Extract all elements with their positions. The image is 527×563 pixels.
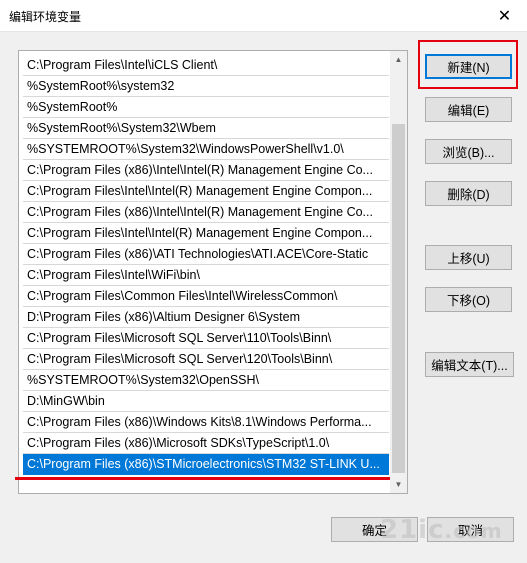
- path-list-item[interactable]: C:\Program Files\Intel\Intel(R) Manageme…: [23, 223, 389, 244]
- browse-button[interactable]: 浏览(B)...: [425, 139, 512, 164]
- path-list[interactable]: C:\Program Files\Intel\iCLS Client\ %Syst…: [18, 50, 408, 494]
- path-list-item[interactable]: %SystemRoot%\System32\Wbem: [23, 118, 389, 139]
- path-list-item[interactable]: %SYSTEMROOT%\System32\WindowsPowerShell\…: [23, 139, 389, 160]
- new-button[interactable]: 新建(N): [425, 54, 512, 79]
- path-list-item[interactable]: %SystemRoot%: [23, 97, 389, 118]
- move-down-button[interactable]: 下移(O): [425, 287, 512, 312]
- path-list-item[interactable]: C:\Program Files (x86)\ATI Technologies\…: [23, 244, 389, 265]
- path-list-item[interactable]: C:\Program Files (x86)\Intel\Intel(R) Ma…: [23, 202, 389, 223]
- path-list-item[interactable]: C:\Program Files\Microsoft SQL Server\11…: [23, 328, 389, 349]
- path-list-item[interactable]: C:\Program Files (x86)\Microsoft SDKs\Ty…: [23, 433, 389, 454]
- title-bar: 编辑环境变量 ✕: [0, 0, 527, 31]
- scroll-thumb[interactable]: [392, 124, 405, 473]
- close-icon[interactable]: ✕: [482, 0, 527, 31]
- path-list-item[interactable]: %SystemRoot%\system32: [23, 76, 389, 97]
- scroll-up-icon[interactable]: ▲: [390, 51, 407, 68]
- edit-button[interactable]: 编辑(E): [425, 97, 512, 122]
- window-title: 编辑环境变量: [9, 10, 82, 24]
- path-list-item[interactable]: C:\Program Files\Common Files\Intel\Wire…: [23, 286, 389, 307]
- path-list-item[interactable]: C:\Program Files\Intel\Intel(R) Manageme…: [23, 181, 389, 202]
- path-list-item[interactable]: C:\Program Files\Intel\iCLS Client\: [23, 55, 389, 76]
- annotation-underline: [15, 477, 390, 480]
- path-list-item[interactable]: C:\Program Files (x86)\Intel\Intel(R) Ma…: [23, 160, 389, 181]
- vertical-scrollbar[interactable]: ▲ ▼: [390, 51, 407, 493]
- watermark-logo: 21ic.com: [380, 515, 503, 545]
- path-list-item[interactable]: C:\Program Files\Intel\WiFi\bin\: [23, 265, 389, 286]
- path-list-item[interactable]: C:\Program Files (x86)\STMicroelectronic…: [23, 454, 389, 475]
- path-list-item[interactable]: C:\Program Files (x86)\Windows Kits\8.1\…: [23, 412, 389, 433]
- path-list-item[interactable]: %SYSTEMROOT%\System32\OpenSSH\: [23, 370, 389, 391]
- scroll-down-icon[interactable]: ▼: [390, 476, 407, 493]
- edit-text-button[interactable]: 编辑文本(T)...: [425, 352, 514, 377]
- path-list-item[interactable]: D:\MinGW\bin: [23, 391, 389, 412]
- title-divider: [0, 31, 527, 32]
- path-list-item[interactable]: D:\Program Files (x86)\Altium Designer 6…: [23, 307, 389, 328]
- delete-button[interactable]: 删除(D): [425, 181, 512, 206]
- move-up-button[interactable]: 上移(U): [425, 245, 512, 270]
- path-list-item[interactable]: C:\Program Files\Microsoft SQL Server\12…: [23, 349, 389, 370]
